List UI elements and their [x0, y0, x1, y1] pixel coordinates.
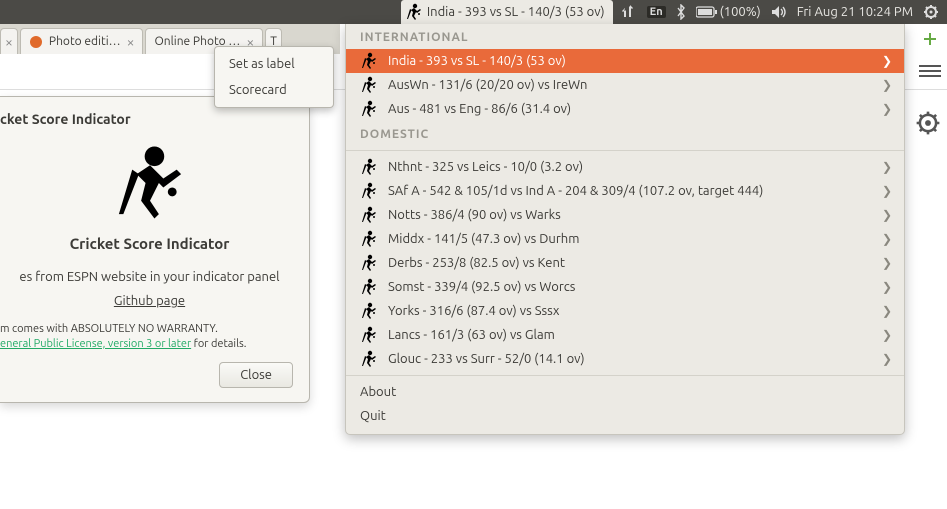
match-label: Derbs - 253/8 (82.5 ov) vs Kent	[388, 256, 565, 270]
match-label: Lancs - 161/3 (63 ov) vs Glam	[388, 328, 555, 342]
network-icon[interactable]	[621, 5, 637, 19]
chevron-right-icon: ❯	[882, 78, 892, 92]
cricket-icon	[360, 206, 378, 224]
browser-menu-button[interactable]	[919, 60, 941, 82]
chevron-right-icon: ❯	[882, 54, 892, 68]
menu-item-quit[interactable]: Quit	[346, 404, 904, 428]
chevron-right-icon: ❯	[882, 160, 892, 174]
cricket-icon	[360, 350, 378, 368]
session-gear-icon[interactable]	[923, 4, 939, 20]
battery-indicator[interactable]: (100%)	[696, 5, 761, 19]
match-label: India - 393 vs SL - 140/3 (53 ov)	[388, 54, 566, 68]
section-header-domestic: DOMESTIC	[346, 121, 904, 146]
match-row[interactable]: Yorks - 316/6 (87.4 ov) vs Sssx ❯	[346, 299, 904, 323]
match-row[interactable]: India - 393 vs SL - 140/3 (53 ov) ❯	[346, 49, 904, 73]
app-description: es from ESPN website in your indicator p…	[0, 264, 299, 290]
app-name: Cricket Score Indicator	[0, 235, 299, 264]
match-label: AusWn - 131/6 (20/20 ov) vs IreWn	[388, 78, 587, 92]
new-tab-button[interactable]	[919, 28, 941, 50]
cricket-icon	[360, 182, 378, 200]
close-icon[interactable]: ×	[5, 34, 13, 50]
cricket-icon	[360, 76, 378, 94]
menu-item-set-as-label[interactable]: Set as label	[215, 51, 333, 77]
chevron-right-icon: ❯	[882, 232, 892, 246]
section-header-international: INTERNATIONAL	[346, 24, 904, 49]
match-label: Glouc - 233 vs Surr - 52/0 (14.1 ov)	[388, 352, 585, 366]
browser-tab[interactable]: ×	[0, 28, 18, 54]
github-link[interactable]: Github page	[0, 290, 299, 322]
license-link[interactable]: eneral Public License, version 3 or late…	[0, 338, 191, 350]
match-label: SAf A - 542 & 105/1d vs Ind A - 204 & 30…	[388, 184, 763, 198]
cricket-icon	[360, 278, 378, 296]
match-row[interactable]: Aus - 481 vs Eng - 86/6 (31.4 ov) ❯	[346, 97, 904, 121]
bluetooth-icon[interactable]	[676, 4, 686, 20]
tab-title: Photo editi…	[49, 35, 121, 48]
separator	[346, 375, 904, 376]
page-gear-icon[interactable]	[915, 110, 941, 140]
match-label: Middx - 141/5 (47.3 ov) vs Durhm	[388, 232, 579, 246]
cricket-icon	[360, 100, 378, 118]
match-context-menu: Set as label Scorecard	[214, 46, 334, 108]
match-row[interactable]: Somst - 339/4 (92.5 ov) vs Worcs ❯	[346, 275, 904, 299]
cricket-indicator[interactable]: India - 393 vs SL - 140/3 (53 ov)	[401, 0, 613, 24]
match-row[interactable]: SAf A - 542 & 105/1d vs Ind A - 204 & 30…	[346, 179, 904, 203]
system-menubar: India - 393 vs SL - 140/3 (53 ov) En (10…	[0, 0, 947, 24]
match-label: Somst - 339/4 (92.5 ov) vs Worcs	[388, 280, 575, 294]
menu-item-about[interactable]: About	[346, 380, 904, 404]
battery-text: (100%)	[720, 5, 761, 19]
match-row[interactable]: AusWn - 131/6 (20/20 ov) vs IreWn ❯	[346, 73, 904, 97]
cricket-icon	[360, 158, 378, 176]
match-row[interactable]: Glouc - 233 vs Surr - 52/0 (14.1 ov) ❯	[346, 347, 904, 371]
close-button[interactable]: Close	[219, 362, 293, 388]
chevron-right-icon: ❯	[882, 208, 892, 222]
match-label: Notts - 386/4 (90 ov) vs Warks	[388, 208, 561, 222]
match-label: Aus - 481 vs Eng - 86/6 (31.4 ov)	[388, 102, 571, 116]
chevron-right-icon: ❯	[882, 102, 892, 116]
chevron-right-icon: ❯	[882, 280, 892, 294]
window-title: cket Score Indicator	[0, 107, 299, 135]
cricket-icon	[405, 3, 423, 21]
chevron-right-icon: ❯	[882, 352, 892, 366]
indicator-dropdown: INTERNATIONAL India - 393 vs SL - 140/3 …	[345, 24, 905, 435]
clock[interactable]: Fri Aug 21 10:24 PM	[797, 5, 913, 19]
keyboard-lang-indicator[interactable]: En	[647, 6, 666, 18]
cricket-icon	[360, 230, 378, 248]
match-label: Yorks - 316/6 (87.4 ov) vs Sssx	[388, 304, 559, 318]
chevron-right-icon: ❯	[882, 328, 892, 342]
cricket-icon	[360, 302, 378, 320]
cricket-icon	[360, 326, 378, 344]
close-icon[interactable]: ×	[127, 34, 135, 50]
favicon-icon	[29, 35, 43, 49]
about-dialog: cket Score Indicator Cricket Score Indic…	[0, 96, 310, 403]
match-row[interactable]: Lancs - 161/3 (63 ov) vs Glam ❯	[346, 323, 904, 347]
separator	[346, 150, 904, 151]
match-row[interactable]: Middx - 141/5 (47.3 ov) vs Durhm ❯	[346, 227, 904, 251]
match-label: Nthnt - 325 vs Leics - 10/0 (3.2 ov)	[388, 160, 583, 174]
menu-item-scorecard[interactable]: Scorecard	[215, 77, 333, 103]
warranty-text: m comes with ABSOLUTELY NO WARRANTY. ene…	[0, 322, 299, 352]
match-row[interactable]: Derbs - 253/8 (82.5 ov) vs Kent ❯	[346, 251, 904, 275]
match-row[interactable]: Nthnt - 325 vs Leics - 10/0 (3.2 ov) ❯	[346, 155, 904, 179]
match-row[interactable]: Notts - 386/4 (90 ov) vs Warks ❯	[346, 203, 904, 227]
app-logo	[0, 135, 299, 235]
chevron-right-icon: ❯	[882, 256, 892, 270]
cricket-icon	[360, 254, 378, 272]
volume-icon[interactable]	[771, 5, 787, 19]
chevron-right-icon: ❯	[882, 184, 892, 198]
browser-tab[interactable]: Photo editi… ×	[20, 28, 144, 54]
chevron-right-icon: ❯	[882, 304, 892, 318]
indicator-label: India - 393 vs SL - 140/3 (53 ov)	[427, 5, 605, 19]
cricket-icon	[360, 52, 378, 70]
